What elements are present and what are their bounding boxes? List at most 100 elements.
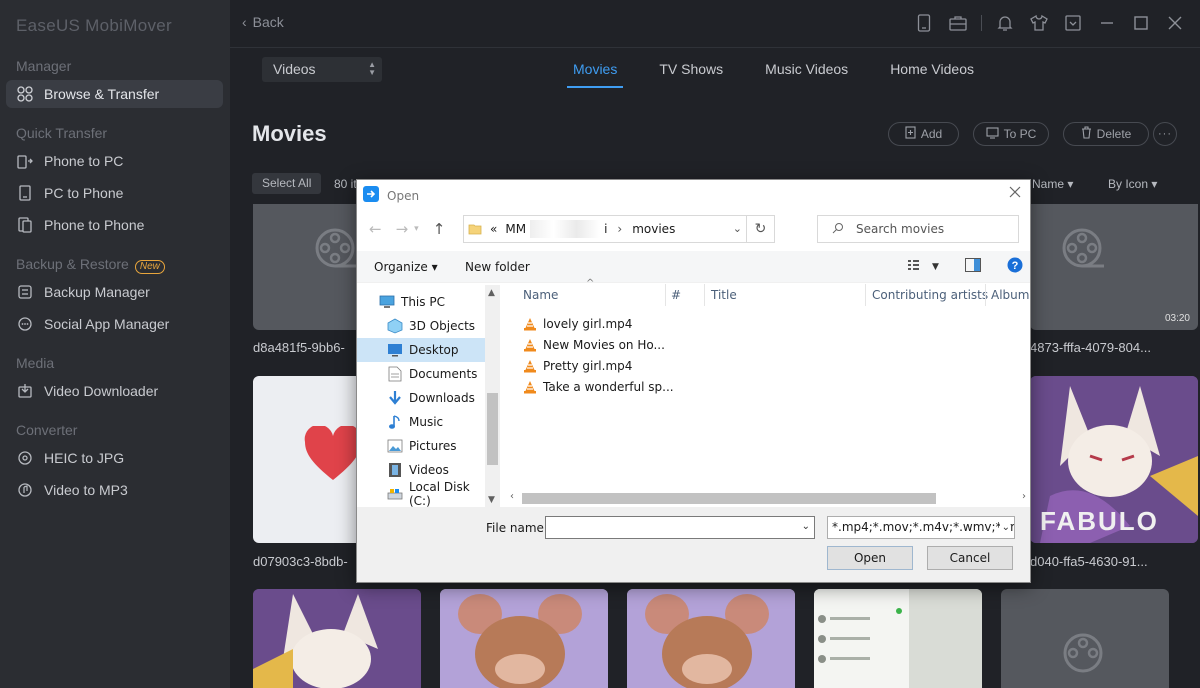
refresh-icon: ↻ <box>754 221 767 237</box>
address-bar[interactable]: « MM i › movies ⌄ ↻ <box>463 215 775 243</box>
menu-dropdown-icon[interactable] <box>1062 12 1084 34</box>
organize-button[interactable]: Organize ▾ <box>374 260 438 274</box>
dialog-close-button[interactable] <box>1008 184 1022 203</box>
tab-movies[interactable]: Movies <box>566 48 624 88</box>
new-folder-button[interactable]: New folder <box>465 260 530 274</box>
select-all-button[interactable]: Select All <box>252 173 322 194</box>
toolbox-icon[interactable] <box>947 12 969 34</box>
folder-icon <box>468 224 482 235</box>
nav-item-desktop[interactable]: Desktop <box>357 338 485 362</box>
view-options: ▼ ? <box>908 257 1023 276</box>
scroll-right-icon[interactable]: › <box>1022 491 1026 502</box>
tab-home-videos[interactable]: Home Videos <box>890 48 974 88</box>
file-row[interactable]: New Movies on Ho... <box>523 335 665 355</box>
scroll-left-icon[interactable]: ‹ <box>510 491 514 502</box>
sidebar-item-phone-to-phone[interactable]: Phone to Phone <box>6 211 223 239</box>
file-type-value: *.mp4;*.mov;*.m4v;*.wmv;*.rm <box>832 520 1015 534</box>
nav-item-downloads[interactable]: Downloads <box>357 386 485 410</box>
nav-item-label: Local Disk (C:) <box>409 480 470 508</box>
sidebar-item-phone-to-pc[interactable]: Phone to PC <box>6 147 223 175</box>
view-list-icon[interactable] <box>908 259 926 274</box>
back-button[interactable]: ‹ Back <box>242 14 284 30</box>
nav-item-local-disk[interactable]: Local Disk (C:) <box>357 480 485 508</box>
nav-item-3d-objects[interactable]: 3D Objects <box>357 314 485 338</box>
column-number[interactable]: # <box>671 288 681 302</box>
tab-tv-shows[interactable]: TV Shows <box>659 48 723 88</box>
file-name-input[interactable]: ⌄ <box>545 516 815 539</box>
view-dropdown-icon[interactable]: ▼ <box>932 262 939 272</box>
sidebar-item-social-app-manager[interactable]: Social App Manager <box>6 310 223 338</box>
minimize-icon[interactable] <box>1096 12 1118 34</box>
disk-icon <box>387 486 403 502</box>
scroll-down-icon[interactable]: ▼ <box>488 495 495 505</box>
chevron-down-icon[interactable]: ⌄ <box>999 517 1010 538</box>
delete-button[interactable]: Delete <box>1063 122 1149 146</box>
video-thumbnail-anime[interactable] <box>253 589 421 688</box>
back-arrow-icon[interactable]: ← <box>369 220 382 238</box>
shirt-icon[interactable] <box>1028 12 1050 34</box>
view-by-icon[interactable]: By Icon ▾ <box>1108 177 1157 191</box>
address-crumb-1[interactable]: MM <box>505 222 526 236</box>
help-icon[interactable]: ? <box>1007 257 1023 276</box>
sidebar-item-backup-manager[interactable]: Backup Manager <box>6 278 223 306</box>
address-crumb-2[interactable]: i <box>604 222 607 236</box>
sidebar-item-browse-transfer[interactable]: Browse & Transfer <box>6 80 223 108</box>
more-button[interactable]: ··· <box>1153 122 1177 146</box>
sidebar-item-video-to-mp3[interactable]: Video to MP3 <box>6 476 223 504</box>
video-thumbnail-mouse[interactable] <box>627 589 795 688</box>
nav-item-label: Pictures <box>409 439 457 453</box>
search-icon <box>832 222 844 237</box>
sort-by-name[interactable]: Name ▾ <box>1032 177 1073 191</box>
recent-dropdown-icon[interactable]: ▾ <box>414 224 419 238</box>
video-thumbnail-anime[interactable]: FABULO <box>1030 376 1198 543</box>
to-pc-button[interactable]: To PC <box>973 122 1049 146</box>
column-album[interactable]: Album <box>991 288 1029 302</box>
file-list-hscrollbar[interactable]: ‹ › <box>506 491 1030 506</box>
refresh-button[interactable]: ↻ <box>746 216 774 242</box>
maximize-icon[interactable] <box>1130 12 1152 34</box>
video-thumbnail[interactable]: 03:20 <box>1030 204 1198 330</box>
nav-item-music[interactable]: Music <box>357 410 485 434</box>
forward-arrow-icon[interactable]: → <box>396 220 409 238</box>
preview-pane-icon[interactable] <box>964 258 981 275</box>
close-icon[interactable] <box>1164 12 1186 34</box>
video-thumbnail-screen[interactable] <box>814 589 982 688</box>
scrollbar-thumb[interactable] <box>522 493 936 504</box>
address-dropdown-icon[interactable]: ⌄ <box>733 222 742 235</box>
device-icon[interactable] <box>913 12 935 34</box>
section-backup-restore: Backup & Restore New <box>16 256 165 274</box>
nav-item-documents[interactable]: Documents <box>357 362 485 386</box>
column-title[interactable]: Title <box>711 288 737 302</box>
sidebar-item-pc-to-phone[interactable]: PC to Phone <box>6 179 223 207</box>
sidebar-item-heic-to-jpg[interactable]: HEIC to JPG <box>6 444 223 472</box>
scroll-up-icon[interactable]: ▲ <box>488 288 495 298</box>
bell-icon[interactable] <box>994 12 1016 34</box>
column-name[interactable]: Name <box>523 288 558 302</box>
page-title: Movies <box>252 121 327 146</box>
file-type-filter[interactable]: *.mp4;*.mov;*.m4v;*.wmv;*.rm ⌄ <box>827 516 1015 539</box>
tab-music-videos[interactable]: Music Videos <box>765 48 848 88</box>
dialog-footer: File name: ⌄ *.mp4;*.mov;*.m4v;*.wmv;*.r… <box>357 507 1030 582</box>
nav-item-label: Desktop <box>409 343 459 357</box>
search-box[interactable]: Search movies <box>817 215 1019 243</box>
video-thumbnail[interactable] <box>1001 589 1169 688</box>
column-contributing-artists[interactable]: Contributing artists <box>872 288 988 302</box>
file-row[interactable]: lovely girl.mp4 <box>523 314 632 334</box>
address-crumb-current[interactable]: movies <box>632 222 675 236</box>
section-converter: Converter <box>16 422 78 438</box>
nav-item-this-pc[interactable]: This PC <box>357 290 485 314</box>
open-button[interactable]: Open <box>827 546 913 570</box>
file-row[interactable]: Take a wonderful sp... <box>523 377 674 397</box>
scrollbar-thumb[interactable] <box>487 393 498 465</box>
up-arrow-icon[interactable]: ↑ <box>433 220 446 238</box>
video-thumbnail-mouse[interactable] <box>440 589 608 688</box>
nav-item-videos[interactable]: Videos <box>357 458 485 482</box>
nav-item-pictures[interactable]: Pictures <box>357 434 485 458</box>
file-row[interactable]: Pretty girl.mp4 <box>523 356 632 376</box>
media-type-select[interactable]: Videos ▲ ▼ <box>262 57 382 82</box>
cancel-button[interactable]: Cancel <box>927 546 1013 570</box>
nav-pane-scrollbar[interactable]: ▲ ▼ <box>485 285 500 507</box>
chevron-down-icon[interactable]: ⌄ <box>802 521 810 532</box>
sidebar-item-video-downloader[interactable]: Video Downloader <box>6 377 223 405</box>
add-button[interactable]: Add <box>888 122 959 146</box>
